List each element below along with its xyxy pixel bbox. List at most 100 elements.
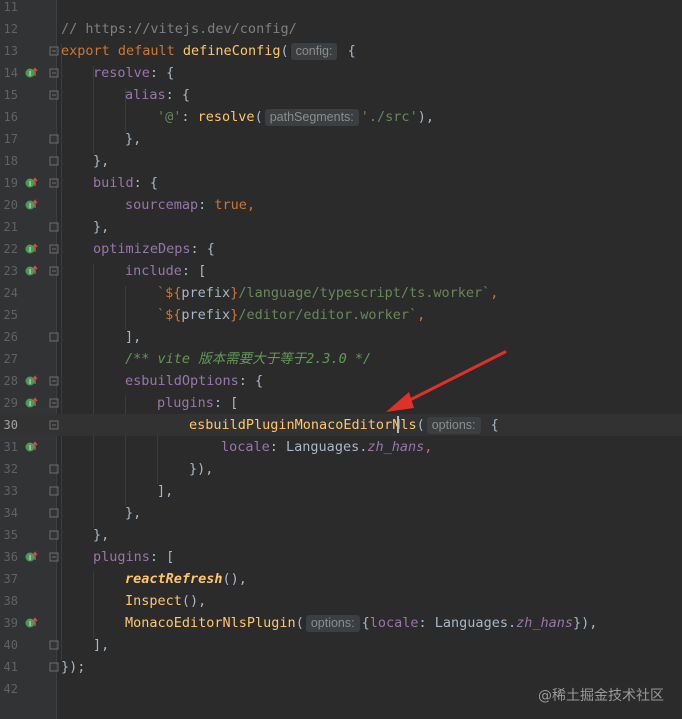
code-line[interactable]: 22 I optimizeDeps: { [0,238,682,260]
svg-text:I: I [29,180,31,188]
code-line[interactable]: 41 }); [0,656,682,678]
line-number: 35 [3,528,18,542]
plugin-function-name: esbuildPluginMonacoEditorNls [189,417,417,433]
code-line[interactable]: 18 }, [0,150,682,172]
implemented-marker-icon[interactable]: I [25,177,39,189]
code-line[interactable]: 12 // https://vitejs.dev/config/ [0,18,682,40]
code-text: '@': resolve(pathSegments: './src'), [157,109,434,126]
line-number: 32 [3,462,18,476]
code-text: ], [93,637,110,653]
code-line[interactable]: 32 }), [0,458,682,480]
line-number: 30 [3,418,18,432]
fold-icon[interactable] [49,398,59,408]
code-line[interactable]: 21 }, [0,216,682,238]
code-line[interactable]: 33 ], [0,480,682,502]
code-line[interactable]: 27 /** vite 版本需要大于等于2.3.0 */ [0,348,682,370]
code-text: }, [93,527,110,543]
fold-icon[interactable] [49,46,59,56]
implemented-marker-icon[interactable]: I [25,265,39,277]
line-number: 20 [3,198,18,212]
code-line[interactable]: 31 I locale: Languages.zh_hans, [0,436,682,458]
implemented-marker-icon[interactable]: I [25,67,39,79]
code-line[interactable]: 14 I resolve: { [0,62,682,84]
code-text: `${prefix}/editor/editor.worker`, [157,307,426,323]
code-line-current[interactable]: 30 esbuildPluginMonacoEditorNls(options:… [0,414,682,436]
code-text: }); [61,659,86,675]
code-line[interactable]: 38 Inspect(), [0,590,682,612]
code-line[interactable]: 36 I plugins: [ [0,546,682,568]
fold-end-icon[interactable] [49,530,59,540]
code-text: }, [125,131,142,147]
code-line[interactable]: 25 `${prefix}/editor/editor.worker`, [0,304,682,326]
parameter-hint: config: [290,43,338,60]
code-line[interactable]: 13 export default defineConfig(config: { [0,40,682,62]
code-text: sourcemap: true, [125,197,256,213]
code-line[interactable]: 23 I include: [ [0,260,682,282]
line-number: 13 [3,44,18,58]
code-line[interactable]: 35 }, [0,524,682,546]
fold-icon[interactable] [49,90,59,100]
fold-end-icon[interactable] [49,640,59,650]
fold-icon[interactable] [49,68,59,78]
fold-icon[interactable] [49,552,59,562]
implemented-marker-icon[interactable]: I [25,551,39,563]
config-url-comment[interactable]: // https://vitejs.dev/config/ [61,18,297,40]
code-text: }, [93,153,110,169]
fold-end-icon[interactable] [49,508,59,518]
code-line[interactable]: 15 alias: { [0,84,682,106]
line-number: 34 [3,506,18,520]
watermark: @稀土掘金技术社区 [538,688,664,704]
fold-icon[interactable] [49,420,59,430]
code-line[interactable]: 20 I sourcemap: true, [0,194,682,216]
code-line[interactable]: 24 `${prefix}/language/typescript/ts.wor… [0,282,682,304]
code-text: esbuildOptions: { [125,373,264,389]
line-number: 33 [3,484,18,498]
fold-icon[interactable] [49,178,59,188]
code-line[interactable]: 28 I esbuildOptions: { [0,370,682,392]
code-line[interactable]: 17 }, [0,128,682,150]
fold-end-icon[interactable] [49,464,59,474]
code-line[interactable]: 40 ], [0,634,682,656]
code-text: }, [93,219,110,235]
fold-end-icon[interactable] [49,134,59,144]
implemented-marker-icon[interactable]: I [25,617,39,629]
implemented-marker-icon[interactable]: I [25,199,39,211]
line-number: 19 [3,176,18,190]
code-line[interactable]: 16 '@': resolve(pathSegments: './src'), [0,106,682,128]
code-line[interactable]: 26 ], [0,326,682,348]
svg-text:I: I [29,554,31,562]
code-line[interactable]: 39 I MonacoEditorNlsPlugin(options: {loca… [0,612,682,634]
svg-text:I: I [29,246,31,254]
code-editor[interactable]: 11 12 // https://vitejs.dev/config/ 13 e… [0,0,682,719]
implemented-marker-icon[interactable]: I [25,441,39,453]
fold-end-icon[interactable] [49,486,59,496]
svg-text:I: I [29,620,31,628]
code-text: `${prefix}/language/typescript/ts.worker… [157,285,499,301]
implemented-marker-icon[interactable]: I [25,375,39,387]
fold-icon[interactable] [49,244,59,254]
code-line[interactable]: 34 }, [0,502,682,524]
fold-end-icon[interactable] [49,222,59,232]
text-caret [397,416,399,433]
fold-end-icon[interactable] [49,662,59,672]
line-number: 14 [3,66,18,80]
line-number: 24 [3,286,18,300]
fold-icon[interactable] [49,376,59,386]
parameter-hint: options: [426,417,481,434]
fold-end-icon[interactable] [49,156,59,166]
code-text: ], [125,329,142,345]
code-text: ], [157,483,174,499]
implemented-marker-icon[interactable]: I [25,397,39,409]
line-number: 21 [3,220,18,234]
code-line[interactable]: 11 [0,0,682,18]
code-line[interactable]: 37 reactRefresh(), [0,568,682,590]
line-number: 18 [3,154,18,168]
svg-text:I: I [29,202,31,210]
code-line[interactable]: 29 I plugins: [ [0,392,682,414]
implemented-marker-icon[interactable]: I [25,243,39,255]
fold-icon[interactable] [49,266,59,276]
code-line[interactable]: 19 I build: { [0,172,682,194]
line-number: 27 [3,352,18,366]
line-number: 16 [3,110,18,124]
fold-end-icon[interactable] [49,332,59,342]
